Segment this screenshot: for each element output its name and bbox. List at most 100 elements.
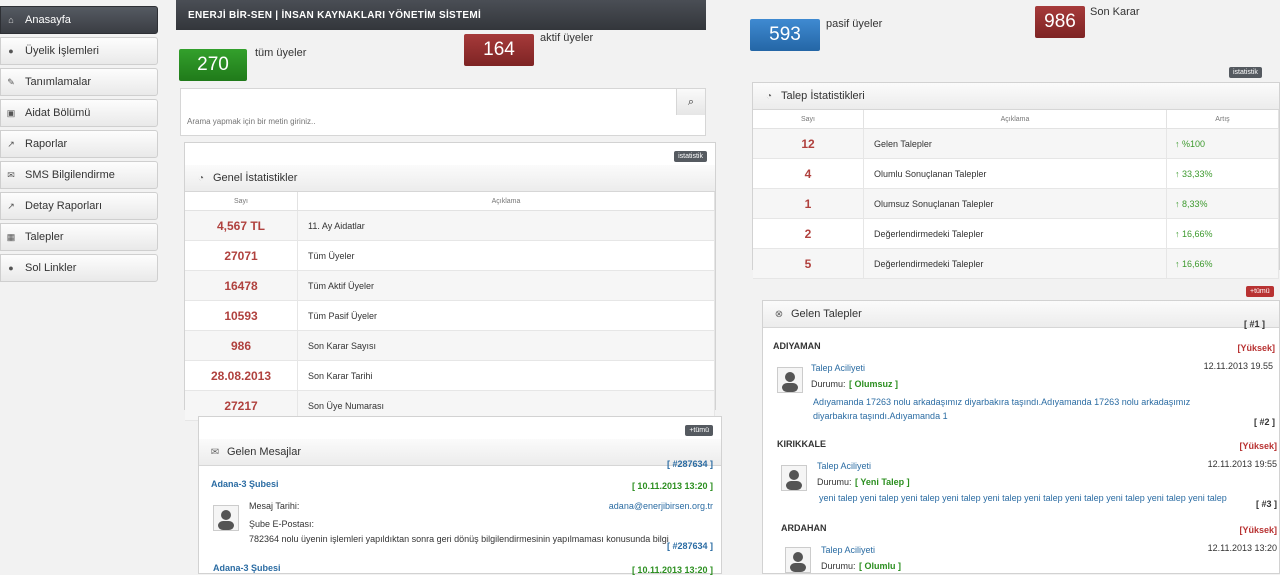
stat-desc: Son Karar Tarihi: [297, 360, 715, 391]
table-row: 4 Olumlu Sonuçlanan Talepler ↑ 33,33%: [753, 158, 1279, 189]
search-box: ⌕: [180, 88, 706, 136]
stat-active-members[interactable]: 164: [464, 34, 534, 66]
request-subject-link[interactable]: Talep Aciliyeti: [817, 461, 871, 471]
pie-chart-icon: ◔: [765, 90, 773, 102]
sidebar-item-links[interactable]: ● Sol Linkler: [0, 254, 158, 282]
user-silhouette-icon: [782, 372, 798, 392]
stat-count: 986: [185, 330, 298, 361]
panel-title: Talep İstatistikleri: [781, 90, 865, 102]
all-messages-button[interactable]: +tümü: [685, 425, 713, 436]
table-row: 986 Son Karar Sayısı: [185, 330, 715, 361]
stat-value: 270: [197, 54, 229, 75]
chart-icon: ↗: [7, 200, 15, 211]
sidebar-item-reports[interactable]: ↗ Raporlar: [0, 130, 158, 158]
branch-email-link[interactable]: adana@enerjibirsen.org.tr: [609, 501, 713, 511]
stat-count: 4,567 TL: [185, 210, 298, 241]
sidebar-item-label: Talepler: [25, 231, 64, 243]
message-date-label: Mesaj Tarihi:: [249, 501, 300, 511]
col-header-count: Sayı: [185, 192, 298, 211]
message-id: [ #287634 ]: [666, 541, 713, 551]
request-status-label: Durumu:: [821, 561, 856, 571]
avatar: [781, 465, 807, 491]
request-stats-badge[interactable]: istatistik: [1229, 67, 1262, 78]
stat-value: 593: [769, 24, 801, 45]
stat-desc: Tüm Pasif Üyeler: [297, 300, 715, 331]
stat-desc: Son Karar Sayısı: [297, 330, 715, 361]
avatar: [777, 367, 803, 393]
support-icon: ⊗: [774, 308, 784, 320]
chart-icon: ↗: [7, 138, 15, 149]
request-desc: Olumsuz Sonuçlanan Talepler: [863, 188, 1167, 219]
request-count: 5: [753, 248, 864, 279]
request-count: 2: [753, 218, 864, 249]
request-desc: Olumlu Sonuçlanan Talepler: [863, 158, 1167, 189]
message-branch-link[interactable]: Adana-3 Şubesi: [211, 479, 279, 489]
stat-count: 28.08.2013: [185, 360, 298, 391]
table-row: 16478 Tüm Aktif Üyeler: [185, 270, 715, 301]
stats-badge[interactable]: istatistik: [674, 151, 707, 162]
request-subject-link[interactable]: Talep Aciliyeti: [821, 545, 875, 555]
stat-label: aktif üyeler: [540, 32, 594, 44]
stat-label: tüm üyeler: [255, 47, 307, 59]
request-subject-link[interactable]: Talep Aciliyeti: [811, 363, 865, 373]
stat-count: 10593: [185, 300, 298, 331]
sidebar-item-membership[interactable]: ● Üyelik İşlemleri: [0, 37, 158, 65]
all-requests-button[interactable]: +tümü: [1246, 286, 1274, 297]
request-date: 12.11.2013 13:20: [1207, 543, 1277, 553]
stat-last-decision[interactable]: 986: [1035, 6, 1085, 38]
home-icon: ⌂: [8, 15, 14, 25]
request-priority: [Yüksek]: [1239, 441, 1277, 451]
sidebar-item-requests[interactable]: ▦ Talepler: [0, 223, 158, 251]
stat-desc: Tüm Aktif Üyeler: [297, 270, 715, 301]
request-desc: Gelen Talepler: [863, 128, 1167, 159]
search-icon: ⌕: [687, 95, 695, 108]
request-stats-table: Sayı Açıklama Artış 12 Gelen Talepler ↑ %100…: [753, 110, 1279, 279]
user-silhouette-icon: [218, 510, 234, 530]
sidebar-item-sms[interactable]: ✉ SMS Bilgilendirme: [0, 161, 158, 189]
table-row: 28.08.2013 Son Karar Tarihi: [185, 360, 715, 391]
stat-label: Son Karar: [1090, 6, 1140, 18]
chat-icon: ✉: [7, 169, 15, 180]
sidebar-item-label: Üyelik İşlemleri: [25, 45, 99, 57]
picture-icon: ▣: [6, 107, 16, 118]
requests-panel: ⊗ Gelen Talepler [ #1 ] ADIYAMAN [Yüksek…: [762, 300, 1280, 574]
stat-count: 16478: [185, 270, 298, 301]
table-row: 10593 Tüm Pasif Üyeler: [185, 300, 715, 331]
general-stats-panel: istatistik ◔ Genel İstatistikler Sayı Açı…: [184, 142, 716, 421]
page-title: ENERJİ BİR-SEN | İNSAN KAYNAKLARI YÖNETİ…: [188, 9, 482, 21]
table-row: 27071 Tüm Üyeler: [185, 240, 715, 271]
stat-total-members[interactable]: 270: [179, 49, 247, 81]
request-city: KIRIKKALE: [777, 439, 826, 449]
request-priority: [Yüksek]: [1239, 525, 1277, 535]
stat-count: 27071: [185, 240, 298, 271]
sidebar-item-label: Detay Raporları: [25, 200, 103, 212]
message-id: [ #287634 ]: [666, 459, 713, 469]
stat-passive-members[interactable]: 593: [750, 19, 820, 51]
sidebar-item-definitions[interactable]: ✎ Tanımlamalar: [0, 68, 158, 96]
request-desc: Değerlendirmedeki Talepler: [863, 248, 1167, 279]
table-row: 2 Değerlendirmedeki Talepler ↑ 16,66%: [753, 218, 1279, 249]
user-silhouette-icon: [790, 552, 806, 572]
request-desc: Değerlendirmedeki Talepler: [863, 218, 1167, 249]
sidebar-item-home[interactable]: ⌂ Anasayfa: [0, 6, 158, 34]
request-body: yeni talep yeni talep yeni talep yeni ta…: [819, 493, 1227, 503]
calendar-icon: ▦: [6, 231, 16, 242]
sidebar-item-dues[interactable]: ▣ Aidat Bölümü: [0, 99, 158, 127]
request-status-label: Durumu:: [811, 379, 846, 389]
request-priority: [Yüksek]: [1237, 343, 1275, 353]
message-branch-link[interactable]: Adana-3 Şubesi: [213, 563, 281, 573]
request-stats-panel: ◔ Talep İstatistikleri Sayı Açıklama Artış…: [752, 82, 1280, 279]
panel-title: Gelen Talepler: [791, 308, 862, 320]
request-city: ADIYAMAN: [773, 341, 821, 351]
sidebar-item-detail-reports[interactable]: ↗ Detay Raporları: [0, 192, 158, 220]
stat-desc: 11. Ay Aidatlar: [297, 210, 715, 241]
col-header-desc: Açıklama: [863, 110, 1167, 129]
messages-panel: +tümü ✉ Gelen Mesajlar [ #287634 ] Adana…: [198, 416, 722, 575]
request-trend: ↑ 16,66%: [1166, 248, 1279, 279]
search-input[interactable]: [185, 111, 677, 131]
panel-header: ⊗ Gelen Talepler: [763, 301, 1279, 328]
user-icon: ●: [8, 46, 14, 56]
sidebar-item-label: Sol Linkler: [25, 262, 77, 274]
search-button[interactable]: ⌕: [676, 89, 705, 115]
request-trend: ↑ 33,33%: [1166, 158, 1279, 189]
